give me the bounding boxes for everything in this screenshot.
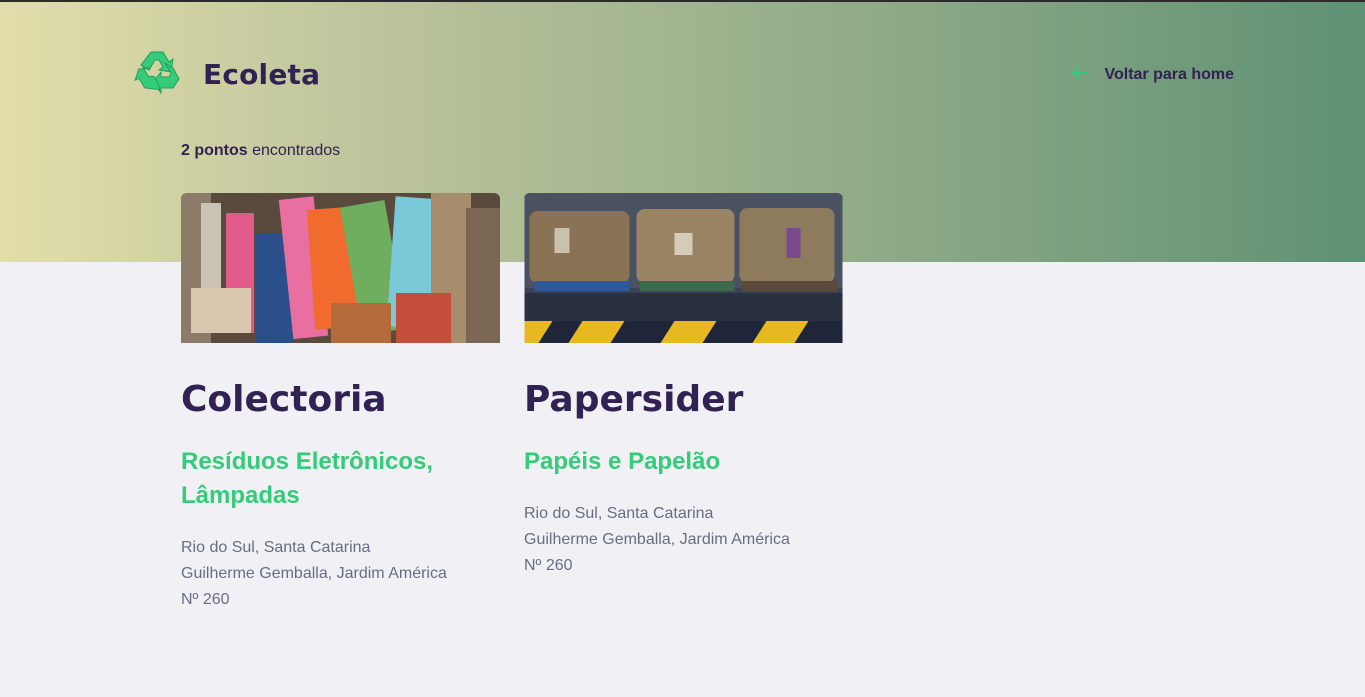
point-address: Rio do Sul, Santa Catarina Guilherme Gem… <box>181 535 500 613</box>
back-link-label: Voltar para home <box>1104 65 1234 83</box>
top-bar: Ecoleta Voltar para home <box>133 48 1234 98</box>
point-name: Colectoria <box>181 379 387 420</box>
point-number: Nº 260 <box>181 591 230 608</box>
point-street: Guilherme Gemballa, Jardim América <box>181 565 447 582</box>
point-city: Rio do Sul, Santa Catarina <box>181 539 371 556</box>
point-number: Nº 260 <box>524 557 573 574</box>
logo[interactable]: Ecoleta <box>133 48 320 101</box>
point-name: Papersider <box>524 379 744 420</box>
arrow-left-icon <box>1070 62 1104 87</box>
point-address: Rio do Sul, Santa Catarina Guilherme Gem… <box>524 501 843 579</box>
point-items: Papéis e Papelão <box>524 448 721 475</box>
point-card[interactable]: Colectoria Resíduos Eletrônicos, Lâmpada… <box>181 193 500 613</box>
results-count-number: 2 pontos <box>181 142 248 159</box>
results-count: 2 pontos encontrados <box>181 142 340 160</box>
results-count-suffix: encontrados <box>247 142 341 159</box>
recycle-icon <box>133 48 181 101</box>
point-card[interactable]: Papersider Papéis e Papelão Rio do Sul, … <box>524 193 843 579</box>
point-city: Rio do Sul, Santa Catarina <box>524 505 714 522</box>
point-street: Guilherme Gemballa, Jardim América <box>524 531 790 548</box>
logo-text: Ecoleta <box>203 58 321 91</box>
point-image <box>181 193 500 343</box>
point-image <box>524 193 843 343</box>
back-to-home-link[interactable]: Voltar para home <box>1070 62 1234 87</box>
point-items: Resíduos Eletrônicos, Lâmpadas <box>181 448 434 509</box>
